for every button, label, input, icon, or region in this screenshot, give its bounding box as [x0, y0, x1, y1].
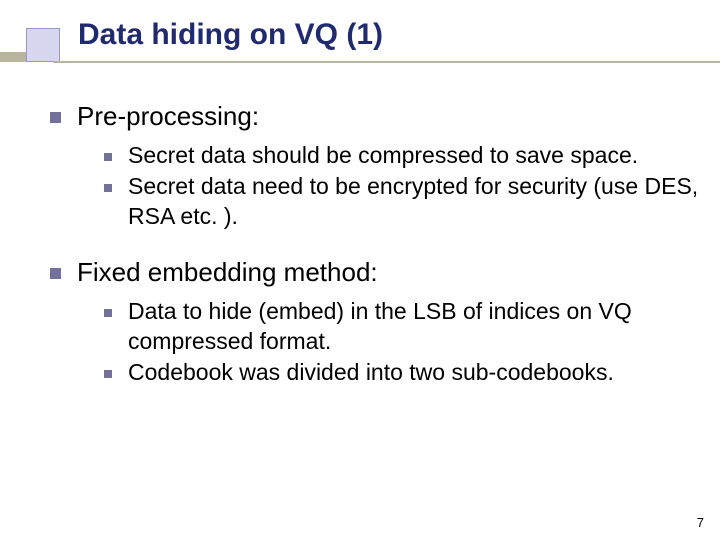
header-underline — [53, 61, 720, 63]
list-item-text: Secret data should be compressed to save… — [128, 141, 638, 171]
square-bullet-icon — [104, 370, 112, 378]
square-bullet-icon — [104, 184, 112, 192]
list-item-text: Secret data need to be encrypted for sec… — [128, 172, 700, 232]
section-heading: Fixed embedding method: — [50, 256, 700, 289]
list-item: Secret data need to be encrypted for sec… — [104, 172, 700, 232]
list-item-text: Data to hide (embed) in the LSB of indic… — [128, 297, 700, 357]
slide-title: Data hiding on VQ (1) — [78, 18, 383, 52]
square-bullet-icon — [104, 153, 112, 161]
list-item: Data to hide (embed) in the LSB of indic… — [104, 297, 700, 357]
list-item-text: Codebook was divided into two sub-codebo… — [128, 358, 614, 388]
section-heading-text: Pre-processing: — [77, 100, 259, 133]
square-bullet-icon — [50, 268, 61, 279]
header-accent-square — [26, 28, 60, 62]
square-bullet-icon — [50, 112, 61, 123]
section-heading: Pre-processing: — [50, 100, 700, 133]
slide-content: Pre-processing: Secret data should be co… — [50, 100, 700, 412]
list-item: Secret data should be compressed to save… — [104, 141, 700, 171]
section-heading-text: Fixed embedding method: — [77, 256, 378, 289]
section-items: Data to hide (embed) in the LSB of indic… — [104, 297, 700, 389]
section-items: Secret data should be compressed to save… — [104, 141, 700, 233]
square-bullet-icon — [104, 309, 112, 317]
page-number: 7 — [697, 515, 704, 530]
list-item: Codebook was divided into two sub-codebo… — [104, 358, 700, 388]
